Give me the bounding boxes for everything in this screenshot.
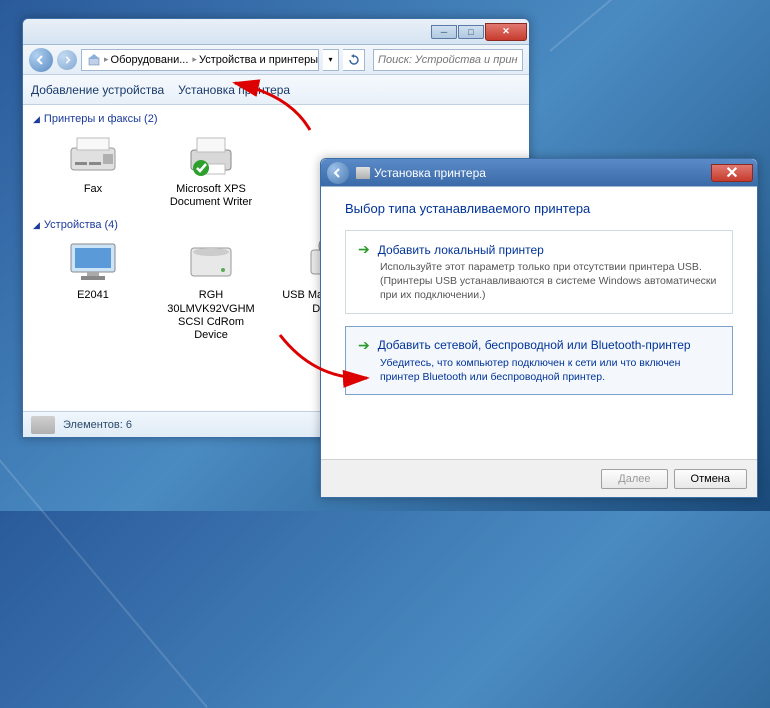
wizard-titlebar: Установка принтера ✕ (321, 159, 757, 187)
wizard-footer: Далее Отмена (321, 459, 757, 497)
minimize-button[interactable]: ─ (431, 25, 457, 39)
breadcrumb-home-icon[interactable] (86, 54, 104, 66)
titlebar: ─ □ ✕ (23, 19, 529, 45)
section-printers[interactable]: ◢ Принтеры и факсы (2) (33, 113, 519, 125)
breadcrumb-dropdown[interactable]: ▾ (323, 49, 339, 71)
wizard-close-button[interactable]: ✕ (711, 164, 753, 182)
device-fax[interactable]: Fax (43, 131, 143, 209)
add-device-button[interactable]: Добавление устройства (31, 83, 164, 97)
breadcrumb[interactable]: ▸ Оборудовани... ▸ Устройства и принтеры (81, 49, 319, 71)
device-monitor[interactable]: E2041 (43, 237, 143, 342)
arrow-right-icon: ➔ (358, 241, 370, 258)
statusbar-icon (31, 416, 55, 434)
nav-forward-button[interactable] (57, 50, 77, 70)
wizard-title: Установка принтера (356, 166, 710, 180)
toolbar: Добавление устройства Установка принтера (23, 75, 529, 105)
drive-icon (179, 237, 243, 285)
fax-icon (61, 131, 125, 179)
monitor-icon (61, 237, 125, 285)
collapse-icon: ◢ (33, 114, 40, 125)
wizard-body: Выбор типа устанавливаемого принтера ➔ Д… (321, 187, 757, 421)
option-network-printer[interactable]: ➔ Добавить сетевой, беспроводной или Blu… (345, 326, 733, 395)
search-input[interactable] (378, 54, 518, 66)
navbar: ▸ Оборудовани... ▸ Устройства и принтеры… (23, 45, 529, 75)
search-box[interactable] (373, 49, 523, 71)
option-local-printer[interactable]: ➔ Добавить локальный принтер Используйте… (345, 230, 733, 314)
maximize-button[interactable]: □ (458, 25, 484, 39)
printer-icon (179, 131, 243, 179)
device-hdd[interactable]: RGH 30LMVK92VGHM SCSI CdRom Device (161, 237, 261, 342)
section-title: Устройства (4) (44, 219, 118, 231)
close-button[interactable]: ✕ (485, 23, 527, 41)
printer-icon (356, 167, 370, 179)
cancel-button[interactable]: Отмена (674, 469, 747, 489)
wizard-title-text: Установка принтера (374, 166, 486, 180)
option-desc: Убедитесь, что компьютер подключен к сет… (380, 356, 720, 384)
option-title: Добавить локальный принтер (378, 243, 544, 257)
refresh-button[interactable] (343, 49, 365, 71)
breadcrumb-seg2[interactable]: Устройства и принтеры (197, 54, 319, 66)
option-desc: Используйте этот параметр только при отс… (380, 260, 720, 303)
add-printer-button[interactable]: Установка принтера (178, 83, 290, 97)
collapse-icon: ◢ (33, 220, 40, 231)
device-label: Fax (43, 183, 143, 196)
next-button[interactable]: Далее (601, 469, 667, 489)
wizard-back-button[interactable] (327, 162, 349, 184)
option-title: Добавить сетевой, беспроводной или Bluet… (378, 338, 691, 352)
arrow-right-icon: ➔ (358, 337, 370, 354)
status-text: Элементов: 6 (63, 419, 132, 431)
device-label: RGH 30LMVK92VGHM SCSI CdRom Device (161, 289, 261, 342)
device-label: E2041 (43, 289, 143, 302)
device-label: Microsoft XPS Document Writer (161, 183, 261, 209)
breadcrumb-seg1[interactable]: Оборудовани... (109, 54, 193, 66)
device-xps[interactable]: Microsoft XPS Document Writer (161, 131, 261, 209)
wizard-window: Установка принтера ✕ Выбор типа устанавл… (320, 158, 758, 498)
section-title: Принтеры и факсы (2) (44, 113, 158, 125)
wizard-heading: Выбор типа устанавливаемого принтера (345, 201, 733, 216)
nav-back-button[interactable] (29, 48, 53, 72)
